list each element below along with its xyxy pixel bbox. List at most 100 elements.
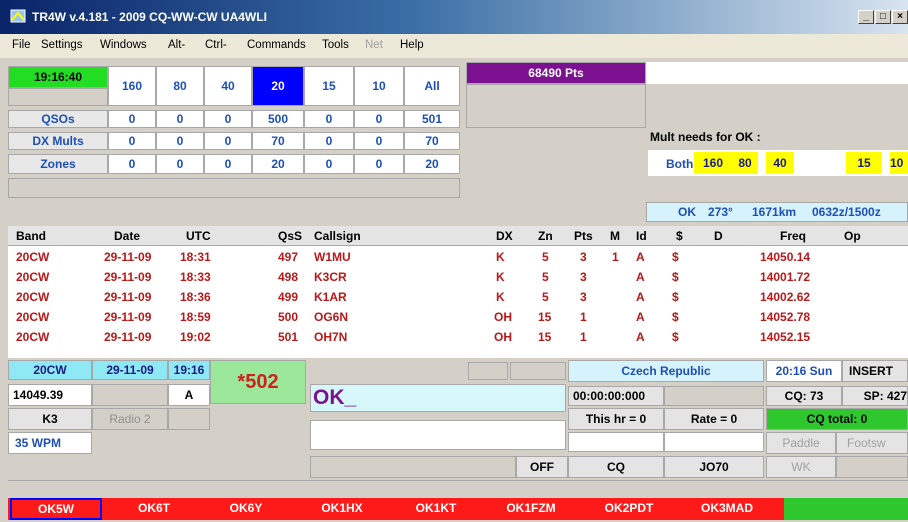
menu-settings[interactable]: Settings [41,39,83,51]
table-row[interactable]: 20CW 29-11-09 18:31 497 W1MU K 5 3 1 A $14050.14 [8,250,908,268]
close-button[interactable]: × [892,10,908,24]
paddle-status[interactable]: Paddle [766,432,836,454]
table-row[interactable]: 20CW 29-11-09 18:33 498 K3CR K 5 3 A $14001.72 [8,270,908,288]
blank-row [8,178,460,198]
cq-mode[interactable]: CQ [568,456,664,478]
stat-dx-80: 0 [156,132,204,150]
wpm[interactable]: 35 WPM [8,432,92,454]
mult-needs-both-label: Both: [666,157,698,171]
menu-commands[interactable]: Commands [247,39,306,51]
col-utc[interactable]: UTC [186,229,211,243]
callstack-item-5[interactable]: OK1KT [394,498,478,518]
col-id[interactable]: Id [636,229,647,243]
callstack-item-4[interactable]: OK1HX [300,498,384,518]
col-d[interactable]: D [714,229,723,243]
stat-dx-40: 0 [204,132,252,150]
callstack-item-9[interactable] [784,498,908,520]
maximize-button[interactable]: □ [875,10,891,24]
callstack-item-6[interactable]: OK1FZM [486,498,576,518]
menu-windows[interactable]: Windows [100,39,147,51]
col-band[interactable]: Band [16,229,46,243]
mult-need-15: 15 [846,152,882,174]
entry-date[interactable]: 29-11-09 [92,360,168,380]
band-15[interactable]: 15 [304,66,354,106]
radio-mode: A [168,384,210,406]
radio-freq: 14049.39 [8,384,92,406]
col-date[interactable]: Date [114,229,140,243]
clock: 19:16:40 [8,66,108,88]
radio-2[interactable]: Radio 2 [92,408,168,430]
col-qss[interactable]: QsS [278,229,302,243]
stat-qsos-40: 0 [204,110,252,128]
local-time: 20:16 Sun [766,360,842,382]
title-bar: TR4W v.4.181 - 2009 CQ-WW-CW UA4WLI _ □ … [0,0,908,34]
stat-label-dxmults: DX Mults [8,132,108,150]
entry-time[interactable]: 19:16 [168,360,210,380]
stat-qsos-10: 0 [354,110,404,128]
exchange-input[interactable] [310,420,566,450]
menu-ctrl[interactable]: Ctrl- [205,39,227,51]
band-40[interactable]: 40 [204,66,252,106]
col-zn[interactable]: Zn [538,229,553,243]
stat-dx-15: 0 [304,132,354,150]
stat-dx-10: 0 [354,132,404,150]
grid-square: JO70 [664,456,764,478]
stat-zn-20: 20 [252,154,304,174]
stat-dx-all: 70 [404,132,460,150]
cq-total: CQ total: 0 [766,408,908,430]
table-row[interactable]: 20CW 29-11-09 19:02 501 OH7N OH 15 1 A $14052.15 [8,330,908,348]
col-callsign[interactable]: Callsign [314,229,361,243]
callstack-item-8[interactable]: OK3MAD [680,498,774,518]
stat-zn-15: 0 [304,154,354,174]
col-op[interactable]: Op [844,229,861,243]
footswitch-status[interactable]: Footsw [836,432,908,454]
status-blank-1 [568,432,664,452]
radio-blank [92,384,168,406]
status-blank-2 [664,432,764,452]
callstack-item-3[interactable]: OK6Y [206,498,286,518]
stat-qsos-80: 0 [156,110,204,128]
beam-distance: 1671km [752,205,797,219]
band-10[interactable]: 10 [354,66,404,106]
col-dollar[interactable]: $ [676,229,683,243]
callsign-input[interactable]: OK_ [310,384,566,412]
col-m[interactable]: M [610,229,620,243]
window-title: TR4W v.4.181 - 2009 CQ-WW-CW UA4WLI [32,10,267,24]
stat-qsos-20: 500 [252,110,304,128]
off-status[interactable]: OFF [516,456,568,478]
band-all[interactable]: All [404,66,460,106]
wk-status[interactable]: WK [766,456,836,478]
col-pts[interactable]: Pts [574,229,593,243]
stat-qsos-160: 0 [108,110,156,128]
col-dx[interactable]: DX [496,229,513,243]
callstack-item-2[interactable]: OK6T [114,498,194,518]
callstack-item-7[interactable]: OK2PDT [582,498,676,518]
radio-1[interactable]: K3 [8,408,92,430]
stat-dx-160: 0 [108,132,156,150]
menu-help[interactable]: Help [400,39,424,51]
stat-dx-20: 70 [252,132,304,150]
stat-label-qsos: QSOs [8,110,108,128]
entry-band[interactable]: 20CW [8,360,92,380]
timer-blank [664,386,764,406]
menu-net[interactable]: Net [365,39,383,51]
info-panel-left [466,84,646,128]
menu-file[interactable]: File [12,39,31,51]
band-160[interactable]: 160 [108,66,156,106]
table-row[interactable]: 20CW 29-11-09 18:36 499 K1AR K 5 3 A $14002.62 [8,290,908,308]
country-display: Czech Republic [568,360,764,382]
table-row[interactable]: 20CW 29-11-09 18:59 500 OG6N OH 15 1 A $14052.78 [8,310,908,328]
band-20-active[interactable]: 20 [252,66,304,106]
clock-blank [8,88,108,106]
insert-mode[interactable]: INSERT [842,360,908,382]
stat-zn-160: 0 [108,154,156,174]
callstack-item-1[interactable]: OK5W [10,498,102,520]
sp-count: SP: 427 [842,386,908,406]
col-freq[interactable]: Freq [780,229,806,243]
log-header: Band Date UTC QsS Callsign DX Zn Pts M I… [8,226,908,246]
band-80[interactable]: 80 [156,66,204,106]
menu-tools[interactable]: Tools [322,39,349,51]
menu-alt[interactable]: Alt- [168,39,185,51]
minimize-button[interactable]: _ [858,10,874,24]
stat-zn-80: 0 [156,154,204,174]
